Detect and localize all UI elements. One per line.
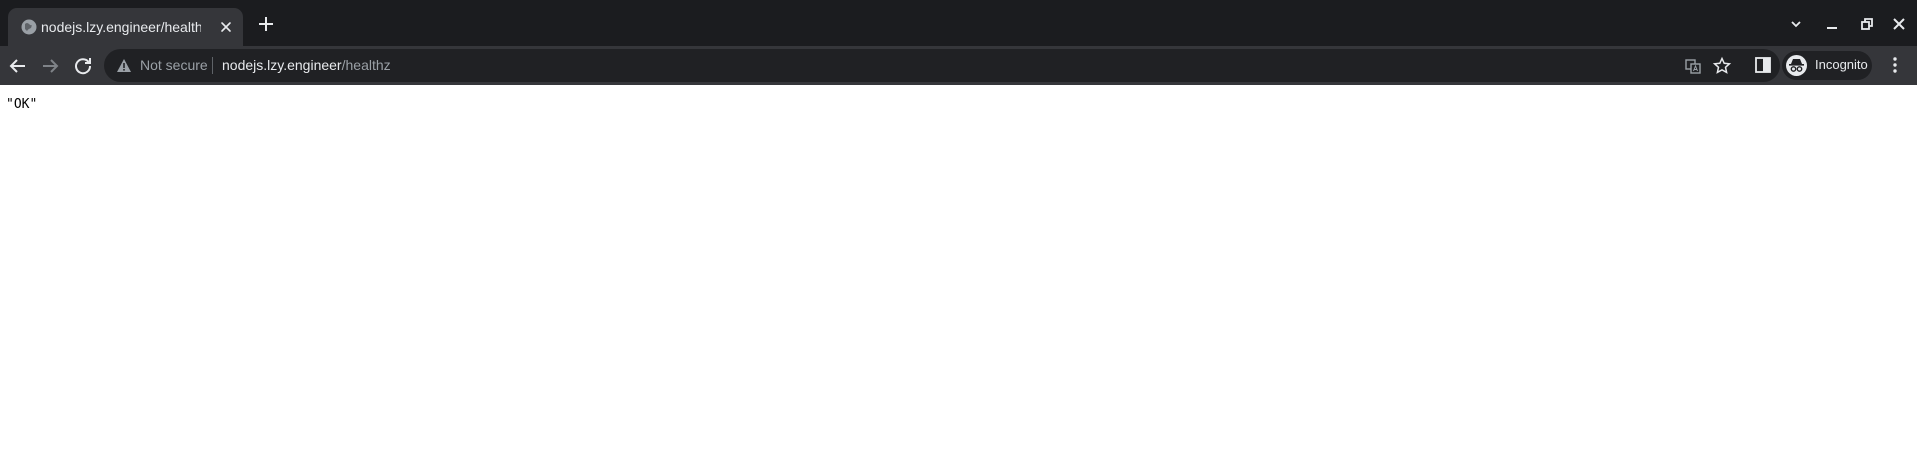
side-panel-icon[interactable]: [1752, 54, 1774, 76]
restore-icon[interactable]: [1858, 15, 1876, 33]
incognito-icon: [1786, 55, 1807, 76]
url-path: /healthz: [341, 57, 391, 73]
response-body: "OK": [6, 97, 38, 112]
new-tab-icon[interactable]: [256, 14, 276, 34]
warning-icon[interactable]: [116, 58, 132, 73]
bookmark-star-icon[interactable]: [1712, 56, 1732, 76]
forward-icon[interactable]: [38, 54, 62, 78]
url-host: nodejs.lzy.engineer: [222, 57, 342, 73]
tab-search-icon[interactable]: [1787, 15, 1805, 33]
page-content: "OK": [0, 85, 1917, 458]
omnibox-divider: [212, 57, 213, 74]
globe-icon: [20, 18, 38, 36]
tab-strip: nodejs.lzy.engineer/healthz: [0, 0, 1917, 46]
incognito-profile-button[interactable]: Incognito: [1782, 51, 1872, 80]
address-bar[interactable]: Not secure nodejs.lzy.engineer/healthz: [104, 49, 1780, 82]
close-window-icon[interactable]: [1890, 15, 1908, 33]
toolbar: Not secure nodejs.lzy.engineer/healthz I…: [0, 46, 1917, 85]
profile-label: Incognito: [1815, 57, 1868, 72]
translate-icon[interactable]: [1683, 56, 1703, 76]
minimize-icon[interactable]: [1823, 15, 1841, 33]
tab-title: nodejs.lzy.engineer/healthz: [41, 19, 201, 35]
close-icon[interactable]: [218, 19, 234, 35]
back-icon[interactable]: [6, 54, 30, 78]
security-label[interactable]: Not secure: [140, 57, 208, 73]
tab-active[interactable]: nodejs.lzy.engineer/healthz: [8, 8, 243, 46]
browser-chrome: nodejs.lzy.engineer/healthz Not secure n…: [0, 0, 1917, 85]
url-text[interactable]: nodejs.lzy.engineer/healthz: [222, 57, 391, 73]
kebab-menu-icon[interactable]: [1884, 54, 1906, 76]
reload-icon[interactable]: [71, 54, 95, 78]
